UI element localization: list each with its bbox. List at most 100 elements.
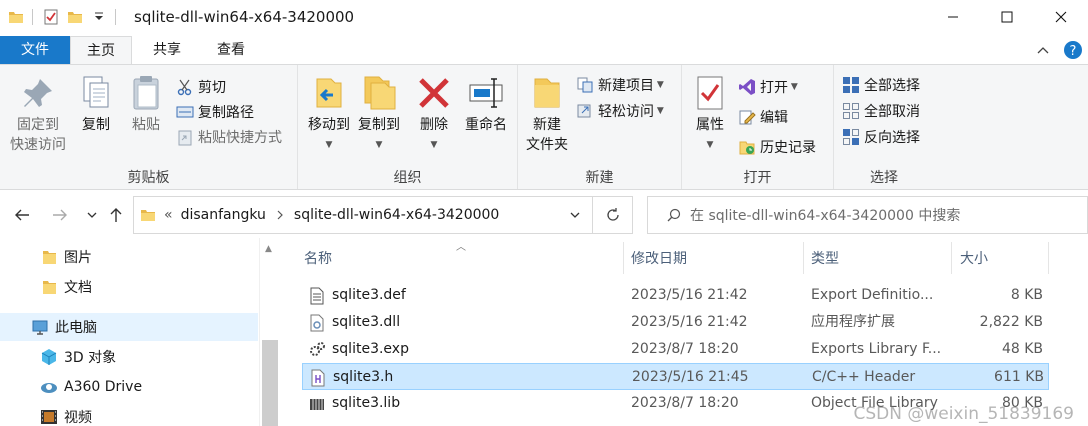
properties-label: 属性 bbox=[696, 117, 724, 133]
new-folder-icon[interactable] bbox=[67, 9, 83, 25]
tab-view[interactable]: 查看 bbox=[202, 36, 260, 64]
breadcrumb-overflow[interactable]: « bbox=[164, 207, 173, 223]
back-arrow-icon bbox=[15, 209, 29, 221]
file-size: 48 KB bbox=[1001, 341, 1043, 357]
column-divider[interactable] bbox=[1048, 242, 1049, 274]
rename-button[interactable]: 重命名 bbox=[460, 73, 512, 135]
paste-shortcut-icon bbox=[178, 130, 192, 146]
pin-quick-access-button[interactable]: 固定到 快速访问 bbox=[6, 73, 70, 155]
edit-button[interactable]: 编辑 bbox=[738, 105, 788, 129]
easy-access-icon bbox=[577, 104, 591, 118]
pin-icon bbox=[24, 79, 52, 107]
select-none-button[interactable]: 全部取消 bbox=[842, 99, 920, 123]
up-button[interactable] bbox=[106, 204, 126, 226]
properties-check-icon[interactable] bbox=[43, 9, 59, 25]
address-bar[interactable]: « disanfangku sqlite-dll-win64-x64-34200… bbox=[133, 196, 593, 234]
cut-button[interactable]: 剪切 bbox=[176, 75, 226, 99]
file-type: C/C++ Header bbox=[812, 369, 916, 385]
address-dropdown-icon[interactable] bbox=[568, 208, 582, 222]
new-folder-button[interactable]: 新建 文件夹 bbox=[524, 73, 570, 155]
invert-selection-button[interactable]: 反向选择 bbox=[842, 125, 920, 149]
scroll-up-icon[interactable]: ▲ bbox=[265, 244, 272, 254]
open-label: 打开 bbox=[760, 80, 788, 96]
recent-locations-button[interactable] bbox=[82, 204, 102, 226]
new-item-label: 新建项目 bbox=[598, 78, 654, 94]
properties-icon bbox=[697, 76, 723, 110]
close-button[interactable] bbox=[1034, 0, 1088, 34]
file-modified: 2023/8/7 18:20 bbox=[631, 395, 739, 411]
file-modified: 2023/8/7 18:20 bbox=[631, 341, 739, 357]
history-button[interactable]: 历史记录 bbox=[738, 135, 816, 159]
file-modified: 2023/5/16 21:42 bbox=[631, 314, 748, 330]
easy-access-button[interactable]: 轻松访问 ▼ bbox=[576, 99, 664, 123]
chevron-down-icon bbox=[87, 212, 97, 218]
file-row[interactable]: sqlite3.dll 2023/5/16 21:42 应用程序扩展 2,822… bbox=[302, 309, 1049, 336]
select-all-button[interactable]: 全部选择 bbox=[842, 73, 920, 97]
column-header-size[interactable]: 大小 bbox=[960, 240, 1040, 276]
breadcrumb-disanfangku[interactable]: disanfangku bbox=[181, 207, 266, 223]
qat-dropdown-icon[interactable] bbox=[91, 9, 107, 25]
tab-file[interactable]: 文件 bbox=[0, 36, 70, 64]
file-name: sqlite3.h bbox=[333, 369, 394, 385]
3d-objects-icon bbox=[41, 349, 57, 365]
text-file-icon bbox=[310, 287, 324, 305]
file-size: 8 KB bbox=[1010, 287, 1043, 303]
paste-button[interactable]: 粘贴 bbox=[124, 73, 168, 135]
delete-button[interactable]: 删除 ▼ bbox=[414, 73, 454, 155]
svg-text:?: ? bbox=[1070, 44, 1077, 59]
collapse-ribbon-icon[interactable] bbox=[1028, 36, 1058, 64]
tab-share[interactable]: 共享 bbox=[138, 36, 196, 64]
copy-path-button[interactable]: 复制路径 bbox=[176, 100, 254, 124]
select-group-label: 选择 bbox=[870, 170, 898, 186]
nav-label: 文档 bbox=[64, 280, 92, 296]
select-group: 全部选择 全部取消 反向选择 选择 bbox=[834, 65, 934, 189]
file-row[interactable]: sqlite3.exp 2023/8/7 18:20 Exports Libra… bbox=[302, 336, 1049, 363]
new-item-button[interactable]: 新建项目 ▼ bbox=[576, 73, 664, 97]
nav-item-pictures[interactable]: 图片 bbox=[0, 243, 258, 271]
tab-home[interactable]: 主页 bbox=[70, 36, 132, 64]
column-header-modified[interactable]: 修改日期 bbox=[631, 240, 801, 276]
search-input[interactable]: 在 sqlite-dll-win64-x64-3420000 中搜索 bbox=[647, 196, 1088, 234]
open-button[interactable]: 打开 ▼ bbox=[738, 75, 798, 99]
dll-file-icon bbox=[310, 314, 324, 332]
column-divider[interactable] bbox=[623, 242, 624, 274]
nav-scrollbar[interactable]: ▲ bbox=[259, 238, 279, 426]
forward-button[interactable] bbox=[50, 204, 70, 226]
nav-item-this-pc[interactable]: 此电脑 bbox=[0, 313, 258, 341]
move-to-dropdown-icon: ▼ bbox=[325, 140, 333, 150]
column-divider[interactable] bbox=[803, 242, 804, 274]
paste-shortcut-button[interactable]: 粘贴快捷方式 bbox=[176, 125, 282, 149]
column-divider[interactable] bbox=[951, 242, 952, 274]
nav-item-a360-drive[interactable]: A360 Drive bbox=[0, 373, 258, 401]
move-to-button[interactable]: 移动到 ▼ bbox=[304, 73, 354, 155]
file-type: Export Definitio... bbox=[811, 287, 934, 303]
file-name: sqlite3.lib bbox=[332, 395, 401, 411]
column-header-name[interactable]: 名称 bbox=[304, 240, 604, 276]
nav-item-videos[interactable]: 视频 bbox=[0, 403, 258, 426]
nav-item-3d-objects[interactable]: 3D 对象 bbox=[0, 343, 258, 371]
breadcrumb-current[interactable]: sqlite-dll-win64-x64-3420000 bbox=[294, 207, 499, 223]
history-label: 历史记录 bbox=[760, 140, 816, 156]
divider bbox=[32, 9, 33, 25]
help-icon[interactable]: ? bbox=[1058, 36, 1088, 64]
copy-to-button[interactable]: 复制到 ▼ bbox=[354, 73, 404, 155]
maximize-button[interactable] bbox=[980, 0, 1034, 34]
column-header-type[interactable]: 类型 bbox=[811, 240, 951, 276]
file-row-selected[interactable]: sqlite3.h 2023/5/16 21:45 C/C++ Header 6… bbox=[302, 363, 1049, 390]
quick-access-toolbar bbox=[0, 0, 126, 34]
copy-path-icon bbox=[176, 106, 194, 118]
properties-button[interactable]: 属性 ▼ bbox=[688, 73, 732, 155]
back-button[interactable] bbox=[12, 204, 32, 226]
chevron-right-icon[interactable] bbox=[272, 207, 288, 223]
refresh-button[interactable] bbox=[593, 196, 633, 234]
file-row[interactable]: sqlite3.def 2023/5/16 21:42 Export Defin… bbox=[302, 282, 1049, 309]
history-icon bbox=[739, 141, 755, 155]
copy-button[interactable]: 复制 bbox=[74, 73, 118, 135]
nav-item-documents[interactable]: 文档 bbox=[0, 273, 258, 301]
nav-scroll-thumb[interactable] bbox=[262, 340, 278, 426]
folder-icon bbox=[43, 281, 56, 294]
video-icon bbox=[41, 410, 57, 424]
select-all-label: 全部选择 bbox=[864, 78, 920, 94]
pin-label-2: 快速访问 bbox=[10, 137, 66, 153]
minimize-button[interactable] bbox=[926, 0, 980, 34]
